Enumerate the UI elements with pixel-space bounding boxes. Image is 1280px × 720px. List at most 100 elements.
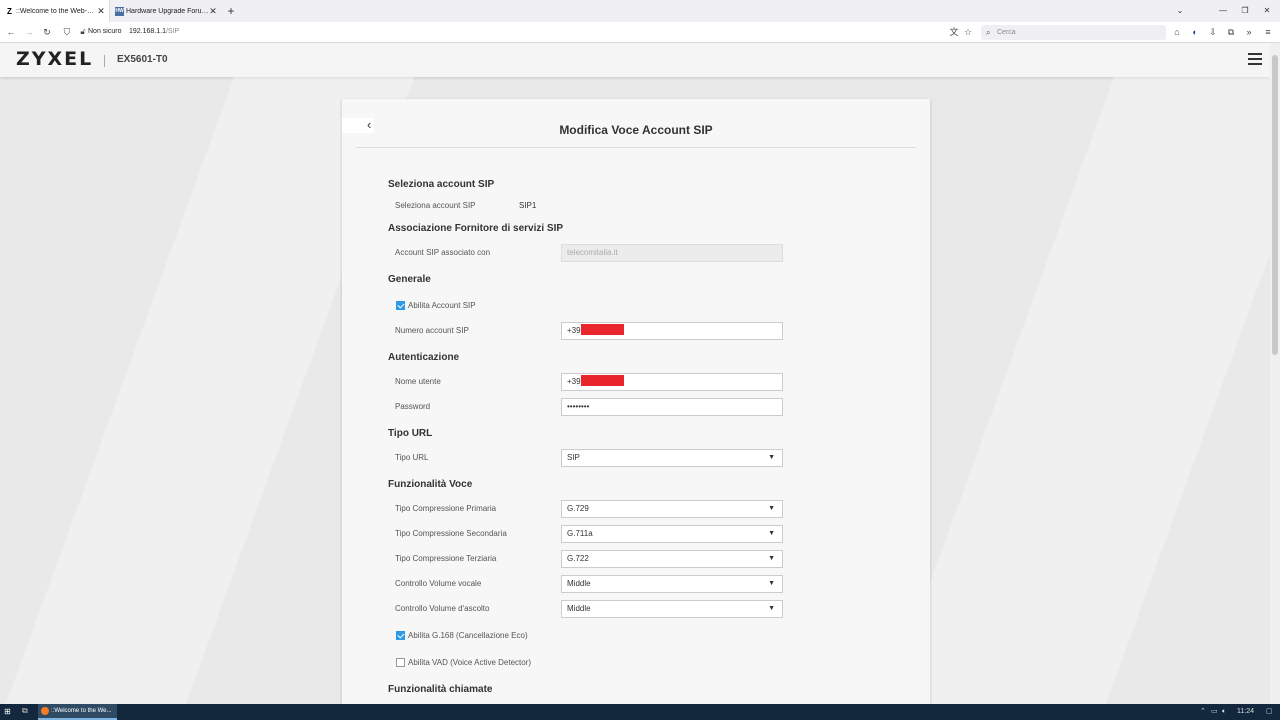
tertiary-codec-select[interactable]: G.722 ▼ bbox=[561, 550, 783, 568]
header-divider bbox=[104, 55, 105, 67]
g168-checkbox[interactable] bbox=[396, 631, 405, 640]
router-header: ZYXEL EX5601-T0 bbox=[0, 43, 1270, 77]
url-type-value: SIP bbox=[567, 453, 580, 462]
select-account-value: SIP1 bbox=[519, 201, 537, 210]
caret-down-icon: ▼ bbox=[768, 605, 775, 612]
username-input[interactable]: +39 bbox=[561, 373, 783, 391]
tab-close-icon[interactable]: ✕ bbox=[209, 6, 217, 17]
tertiary-codec-label: Tipo Compressione Terziaria bbox=[395, 554, 497, 563]
section-voice: Funzionalità Voce bbox=[388, 479, 473, 490]
browser-tab-bar: Z ::Welcome to the Web-Based C ✕ HW Hard… bbox=[0, 0, 1280, 22]
primary-codec-select[interactable]: G.729 ▼ bbox=[561, 500, 783, 518]
provider-label: Account SIP associato con bbox=[395, 248, 491, 257]
tab-close-icon[interactable]: ✕ bbox=[97, 6, 105, 17]
primary-codec-label: Tipo Compressione Primaria bbox=[395, 504, 497, 513]
extensions-icon[interactable]: ⧉ bbox=[1224, 25, 1238, 39]
taskbar-firefox-app[interactable]: ::Welcome to the We... bbox=[38, 704, 117, 720]
sip-number-label: Numero account SIP bbox=[395, 326, 469, 335]
tertiary-codec-value: G.722 bbox=[567, 554, 589, 563]
voice-volume-value: Middle bbox=[567, 579, 591, 588]
secondary-codec-label: Tipo Compressione Secondaria bbox=[395, 529, 507, 538]
secondary-codec-select[interactable]: G.711a ▼ bbox=[561, 525, 783, 543]
voice-volume-select[interactable]: Middle ▼ bbox=[561, 575, 783, 593]
g168-label: Abilita G.168 (Cancellazione Eco) bbox=[408, 631, 528, 640]
bookmark-star-icon[interactable]: ☆ bbox=[961, 25, 975, 39]
page-title: Modifica Voce Account SIP bbox=[559, 123, 713, 137]
overflow-chevrons-icon[interactable]: » bbox=[1242, 25, 1256, 39]
browser-nav-bar: ← → ↻ ⛉ 🔓︎ Non sicuro 192.168.1.1/SIP 文 … bbox=[0, 22, 1280, 43]
close-window-icon[interactable]: ✕ bbox=[1256, 0, 1278, 22]
firefox-icon bbox=[41, 707, 49, 715]
home-icon[interactable]: ⌂ bbox=[1170, 25, 1184, 39]
windows-start-icon[interactable]: ⊞ bbox=[4, 707, 11, 716]
model-name: EX5601-T0 bbox=[117, 54, 168, 65]
clock[interactable]: 11:24 bbox=[1237, 704, 1254, 720]
provider-field: telecomitalia.it bbox=[561, 244, 783, 262]
provider-value: telecomitalia.it bbox=[567, 248, 618, 257]
translate-icon[interactable]: 文 bbox=[947, 25, 961, 39]
listen-volume-select[interactable]: Middle ▼ bbox=[561, 600, 783, 618]
voice-volume-label: Controllo Volume vocale bbox=[395, 579, 482, 588]
username-prefix: +39 bbox=[567, 377, 581, 386]
section-select-account: Seleziona account SIP bbox=[388, 179, 495, 190]
vad-checkbox[interactable] bbox=[396, 658, 405, 667]
forum-favicon-icon: HW bbox=[115, 6, 124, 16]
back-arrow-icon[interactable]: ← bbox=[4, 25, 18, 39]
volume-icon[interactable]: 🔈︎ bbox=[1222, 704, 1226, 720]
zyxel-logo: ZYXEL bbox=[16, 48, 94, 70]
new-tab-button[interactable]: + bbox=[221, 0, 241, 22]
forward-arrow-icon[interactable]: → bbox=[22, 25, 36, 39]
search-input[interactable]: ⌕ Cerca bbox=[981, 25, 1166, 40]
taskbar: ⊞ ⧉ ::Welcome to the We... ⌃ ▭ 🔈︎ 11:24 … bbox=[0, 704, 1280, 720]
network-icon[interactable]: ▭ bbox=[1211, 704, 1218, 720]
tab-hwupgrade[interactable]: HW Hardware Upgrade Forum - Re ✕ bbox=[110, 0, 221, 22]
section-url-type: Tipo URL bbox=[388, 428, 433, 439]
search-placeholder: Cerca bbox=[997, 29, 1016, 36]
sip-account-card: ‹ Modifica Voce Account SIP Seleziona ac… bbox=[342, 99, 930, 704]
page-scrollbar[interactable] bbox=[1270, 43, 1280, 704]
secondary-codec-value: G.711a bbox=[567, 529, 593, 538]
caret-down-icon: ▼ bbox=[768, 454, 775, 461]
caret-down-icon: ▼ bbox=[768, 505, 775, 512]
account-icon[interactable]: ◐ bbox=[1188, 25, 1202, 39]
password-input[interactable]: •••••••• bbox=[561, 398, 783, 416]
zyxel-favicon-icon: Z bbox=[7, 6, 12, 16]
app-menu-icon[interactable]: ≡ bbox=[1261, 25, 1275, 39]
select-account-label: Seleziona account SIP bbox=[395, 201, 476, 210]
tray-chevron-icon[interactable]: ⌃ bbox=[1200, 704, 1206, 720]
shield-icon[interactable]: ⛉ bbox=[60, 25, 74, 39]
vad-label: Abilita VAD (Voice Active Detector) bbox=[408, 658, 532, 667]
downloads-icon[interactable]: ⇩ bbox=[1206, 25, 1220, 39]
notifications-icon[interactable]: ▢ bbox=[1266, 704, 1273, 720]
search-icon: ⌕ bbox=[986, 28, 991, 37]
reload-icon[interactable]: ↻ bbox=[40, 25, 54, 39]
sip-number-input[interactable]: +39 bbox=[561, 322, 783, 340]
enable-sip-account-checkbox[interactable] bbox=[396, 301, 405, 310]
url-type-label: Tipo URL bbox=[395, 453, 429, 462]
tab-label: ::Welcome to the Web-Based C bbox=[16, 7, 97, 15]
primary-codec-value: G.729 bbox=[567, 504, 589, 513]
password-label: Password bbox=[395, 402, 431, 411]
url-type-select[interactable]: SIP ▼ bbox=[561, 449, 783, 467]
redaction-block bbox=[580, 375, 624, 386]
scrollbar-thumb[interactable] bbox=[1272, 55, 1278, 355]
listen-volume-label: Controllo Volume d'ascolto bbox=[395, 604, 490, 613]
caret-down-icon: ▼ bbox=[768, 580, 775, 587]
background-decoration bbox=[885, 77, 1280, 704]
caret-down-icon: ▼ bbox=[768, 530, 775, 537]
enable-sip-account-label: Abilita Account SIP bbox=[408, 301, 476, 310]
caret-down-icon: ▼ bbox=[768, 555, 775, 562]
taskbar-app-label: ::Welcome to the We... bbox=[51, 708, 112, 714]
listen-volume-value: Middle bbox=[567, 604, 591, 613]
tab-zyxel[interactable]: Z ::Welcome to the Web-Based C ✕ bbox=[0, 0, 110, 22]
section-auth: Autenticazione bbox=[388, 352, 460, 363]
redaction-block bbox=[580, 324, 624, 335]
url-bar[interactable]: 192.168.1.1/SIP bbox=[129, 26, 179, 38]
task-view-icon[interactable]: ⧉ bbox=[22, 706, 28, 716]
hamburger-menu-icon[interactable] bbox=[1248, 53, 1262, 67]
section-provider: Associazione Fornitore di servizi SIP bbox=[388, 223, 564, 234]
minimize-icon[interactable]: — bbox=[1212, 0, 1234, 22]
title-divider bbox=[356, 147, 916, 148]
tab-list-chevron-icon[interactable]: ⌄ bbox=[1169, 0, 1191, 22]
restore-icon[interactable]: ❐ bbox=[1234, 0, 1256, 22]
